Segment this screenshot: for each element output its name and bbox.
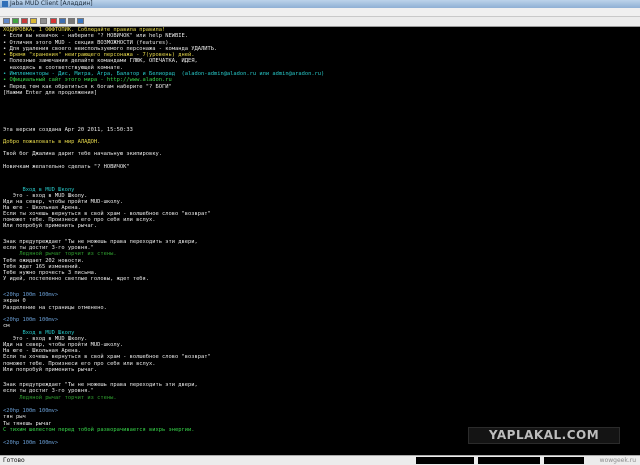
terminal-line: Или попробуй применить рычаг. <box>3 223 98 229</box>
watermark-logo: YAPLAKAL.COM <box>468 427 620 444</box>
status-panel <box>478 457 540 464</box>
stop-icon[interactable] <box>50 18 57 24</box>
terminal-line: • Официальный сайт этого мира - http://w… <box>3 77 172 83</box>
help-icon[interactable] <box>77 18 84 24</box>
terminal-line: тян рыч <box>3 414 26 420</box>
terminal-line: С тихим шелестом перед тобой разворачива… <box>3 427 195 433</box>
disconnect-icon[interactable] <box>21 18 28 24</box>
terminal-line: <20hp 100m 100mv> <box>3 317 59 323</box>
terminal-line: Эта версия создана Apr 20 2011, 15:50:33 <box>3 127 133 133</box>
terminal-output[interactable]: ХОДИРОВКА, 1 ОФФТОПИК. Соблюдайте правил… <box>0 27 640 453</box>
log-icon[interactable] <box>59 18 66 24</box>
terminal-line: У идей, постепенно светлые головы, ждет … <box>3 276 150 282</box>
terminal-line: Если ты хочешь вернуться в свой храм - в… <box>3 354 211 360</box>
terminal-line: • Если вы новичок - наберите "? НОВИЧОК"… <box>3 33 188 39</box>
app-icon <box>2 1 8 7</box>
title-bar[interactable]: Jaba MUD Client [Аладдин] <box>0 0 640 8</box>
terminal-line: Разделение на страницы отменено. <box>3 305 107 311</box>
window-title: Jaba MUD Client [Аладдин] <box>10 0 93 7</box>
menu-bar: ФайлПравкаВидОпцииСкриптыСправка <box>0 8 640 25</box>
terminal-line: • Полезные замечания делайте командами Г… <box>3 58 198 64</box>
terminal-line: см <box>3 323 10 329</box>
terminal-line: [Нажми Enter для продолжения] <box>3 90 98 96</box>
settings-icon[interactable] <box>40 18 47 24</box>
toolbar <box>0 17 640 27</box>
status-panel <box>416 457 474 464</box>
terminal-line: если ты достиг 3-го уровня." <box>3 388 94 394</box>
terminal-line: Новичкам желательно сделать "? НОВИЧОК" <box>3 164 130 170</box>
status-panel <box>544 457 584 464</box>
terminal-line: Ледяной рычаг торчит из стены. <box>3 251 117 257</box>
terminal-line: экран 0 <box>3 298 26 304</box>
tools-icon[interactable] <box>68 18 75 24</box>
connect-icon[interactable] <box>12 18 19 24</box>
terminal-line: <20hp 100m 100mv> <box>3 440 59 446</box>
terminal-line: Твой бог Джалина дарит тебе начальную эк… <box>3 151 163 157</box>
terminal-line: Или попробуй применить рычаг. <box>3 367 98 373</box>
terminal-line: Добро пожаловать в мир АЛАДОН. <box>3 139 101 145</box>
record-icon[interactable] <box>30 18 37 24</box>
document-icon[interactable] <box>3 18 10 24</box>
terminal-line: Ледяной рычаг торчит из стены. <box>3 395 117 401</box>
